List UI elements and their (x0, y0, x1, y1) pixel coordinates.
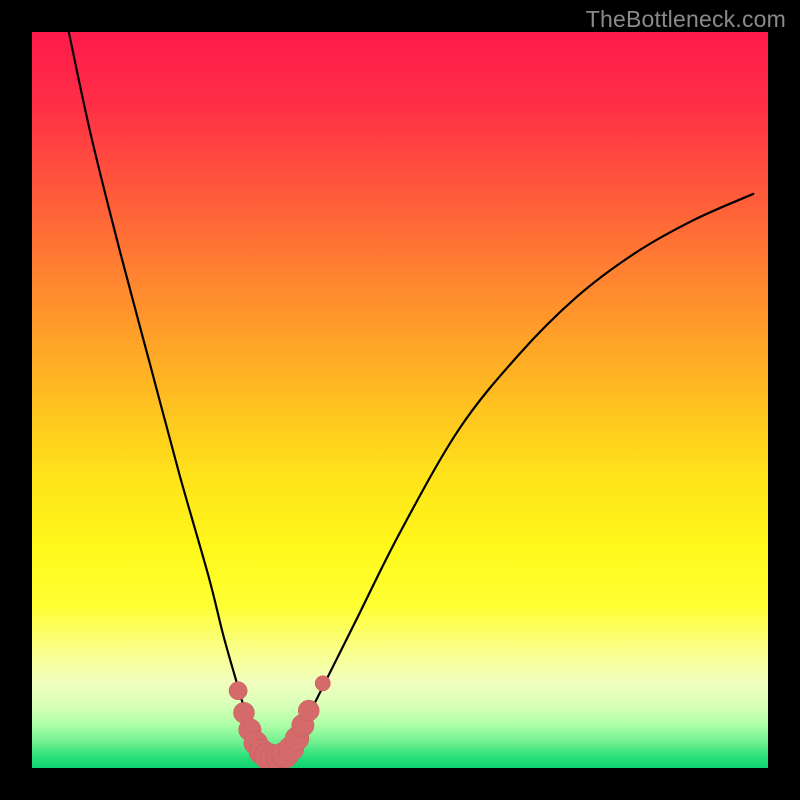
marker-dot (298, 700, 319, 721)
highlighted-points (229, 676, 330, 768)
chart-frame (32, 32, 768, 768)
marker-dot (315, 676, 330, 691)
watermark-text: TheBottleneck.com (586, 6, 786, 33)
marker-dot (229, 682, 247, 700)
chart-plot (32, 32, 768, 768)
bottleneck-curve (69, 32, 753, 758)
